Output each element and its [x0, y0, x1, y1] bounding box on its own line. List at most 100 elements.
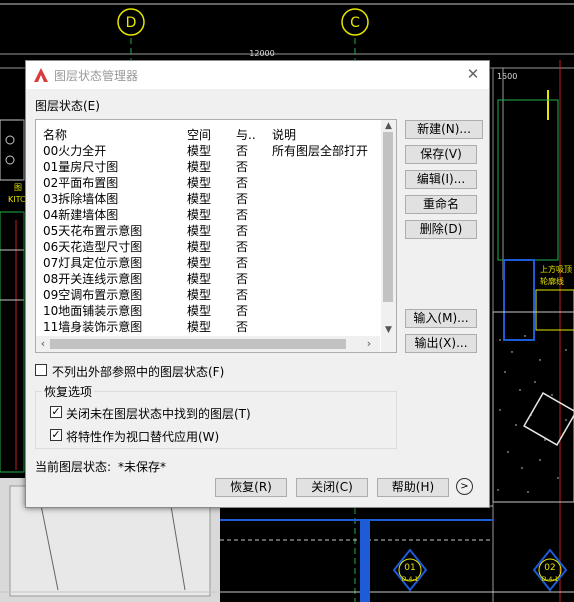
layer-state-name: 02平面布置图 [43, 176, 119, 190]
table-row[interactable]: 04新建墙体图 模型 否 [36, 206, 380, 222]
layer-state-name: 09空调布置示意图 [43, 288, 143, 302]
rename-button[interactable]: 重命名 [405, 195, 477, 214]
layer-state-space: 模型 [187, 208, 212, 222]
layer-state-space: 模型 [187, 144, 212, 158]
layer-state-same: 否 [236, 160, 249, 174]
new-button[interactable]: 新建(N)... [405, 120, 483, 139]
layer-state-same: 否 [236, 256, 249, 270]
annotation-line-1: 上方吸顶 [540, 264, 572, 274]
grid-marker-d-label: D [126, 15, 137, 31]
turn-off-layers-checkbox[interactable]: ✓ [50, 406, 62, 418]
viewport-override-checkbox[interactable]: ✓ [50, 429, 62, 441]
layer-state-same: 否 [236, 176, 249, 190]
scroll-down-icon[interactable]: ▼ [381, 324, 396, 336]
close-button[interactable]: 关闭(C) [296, 478, 368, 497]
horizontal-scrollbar[interactable]: ‹ › [36, 336, 380, 352]
column-header-name[interactable]: 名称 [43, 126, 67, 143]
left-tag-2: KITC [8, 195, 26, 204]
layer-state-name: 06天花造型尺寸图 [43, 240, 143, 254]
dialog-title: 图层状态管理器 [54, 69, 139, 83]
chevron-right-icon[interactable]: > [456, 478, 473, 495]
grid-marker-c-label: C [350, 15, 360, 31]
turn-off-layers-label[interactable]: 关闭未在图层状态中找到的图层(T) [66, 405, 251, 422]
layer-state-same: 否 [236, 240, 249, 254]
table-row[interactable]: 07灯具定位示意图 模型 否 [36, 254, 380, 270]
table-row[interactable]: 09空调布置示意图 模型 否 [36, 286, 380, 302]
layer-state-space: 模型 [187, 160, 212, 174]
column-header-same[interactable]: 与.. [236, 126, 256, 143]
column-header-description[interactable]: 说明 [272, 126, 296, 143]
table-row[interactable]: 03拆除墙体图 模型 否 [36, 190, 380, 206]
current-state-label: 当前图层状态: [35, 460, 112, 474]
help-button[interactable]: 帮助(H) [377, 478, 449, 497]
table-row[interactable]: 00火力全开 模型 否 所有图层全部打开 [36, 142, 380, 158]
table-row[interactable]: 05天花布置示意图 模型 否 [36, 222, 380, 238]
viewport-override-label[interactable]: 将特性作为视口替代应用(W) [66, 428, 219, 445]
section-marker-01-num: 01 [404, 563, 415, 573]
layer-states-manager-dialog: 图层状态管理器 ✕ 图层状态(E) 名称 空间 与.. 说明 00火力全开 模型否… [25, 60, 490, 508]
layer-state-space: 模型 [187, 256, 212, 270]
layer-state-same: 否 [236, 320, 249, 334]
layer-state-same: 否 [236, 208, 249, 222]
layer-states-list[interactable]: 名称 空间 与.. 说明 00火力全开 模型否所有图层全部打开 01量房尺寸图 模型否… [35, 119, 397, 353]
section-marker-02-num: 02 [544, 563, 555, 573]
scroll-right-icon[interactable]: › [362, 336, 376, 352]
layer-state-same: 否 [236, 272, 249, 286]
scrollbar-corner [381, 336, 396, 352]
layer-state-name: 08开关连线示意图 [43, 272, 143, 286]
layer-state-name: 11墙身装饰示意图 [43, 320, 143, 334]
layer-state-name: 07灯具定位示意图 [43, 256, 143, 270]
restore-button[interactable]: 恢复(R) [215, 478, 287, 497]
vertical-scrollbar[interactable]: ▲ ▼ [381, 120, 396, 336]
layer-state-space: 模型 [187, 304, 212, 318]
table-row[interactable]: 11墙身装饰示意图 模型 否 [36, 318, 380, 334]
layer-state-same: 否 [236, 224, 249, 238]
horizontal-scroll-thumb[interactable] [50, 339, 346, 349]
checkmark-icon: ✓ [51, 428, 61, 441]
autocad-logo-icon [34, 68, 48, 82]
exclude-xref-checkbox[interactable] [35, 364, 47, 376]
scroll-up-icon[interactable]: ▲ [381, 120, 396, 132]
table-row[interactable]: 06天花造型尺寸图 模型 否 [36, 238, 380, 254]
table-row[interactable]: 02平面布置图 模型 否 [36, 174, 380, 190]
section-marker-02-code: D-4-1 [542, 576, 559, 583]
layer-states-label: 图层状态(E) [35, 99, 100, 113]
layer-state-space: 模型 [187, 320, 212, 334]
layer-state-name: 04新建墙体图 [43, 208, 119, 222]
table-row[interactable]: 08开关连线示意图 模型 否 [36, 270, 380, 286]
current-state-value: *未保存* [118, 460, 167, 474]
layer-state-space: 模型 [187, 192, 212, 206]
checkmark-icon: ✓ [51, 405, 61, 418]
layer-state-space: 模型 [187, 176, 212, 190]
layer-state-same: 否 [236, 144, 249, 158]
exclude-xref-label[interactable]: 不列出外部参照中的图层状态(F) [52, 363, 224, 380]
layer-state-description: 所有图层全部打开 [272, 144, 369, 158]
save-button[interactable]: 保存(V) [405, 145, 477, 164]
layer-state-same: 否 [236, 192, 249, 206]
export-button[interactable]: 输出(X)... [405, 334, 477, 353]
import-button[interactable]: 输入(M)... [405, 309, 477, 328]
restore-options-title: 恢复选项 [42, 383, 95, 400]
delete-button[interactable]: 删除(D) [405, 220, 477, 239]
section-marker-01-code: D-4-1 [402, 576, 419, 583]
dimension-text-top: 12000 [249, 49, 274, 58]
vertical-scroll-thumb[interactable] [383, 132, 393, 302]
column-header-space[interactable]: 空间 [187, 126, 211, 143]
layer-state-space: 模型 [187, 288, 212, 302]
annotation-line-2: 轮廓线 [540, 276, 564, 286]
layer-state-space: 模型 [187, 272, 212, 286]
dimension-text-right: 1500 [497, 72, 517, 81]
layer-state-space: 模型 [187, 224, 212, 238]
dialog-titlebar[interactable]: 图层状态管理器 ✕ [26, 61, 489, 89]
table-row[interactable]: 10地面铺装示意图 模型 否 [36, 302, 380, 318]
left-tag-1: 图 [14, 183, 22, 192]
layer-state-name: 03拆除墙体图 [43, 192, 119, 206]
layer-state-same: 否 [236, 304, 249, 318]
scroll-left-icon[interactable]: ‹ [36, 336, 50, 352]
table-row[interactable]: 01量房尺寸图 模型 否 [36, 158, 380, 174]
edit-button[interactable]: 编辑(I)... [405, 170, 477, 189]
close-icon[interactable]: ✕ [465, 65, 481, 83]
layer-state-name: 01量房尺寸图 [43, 160, 119, 174]
layer-state-name: 10地面铺装示意图 [43, 304, 143, 318]
layer-state-same: 否 [236, 288, 249, 302]
